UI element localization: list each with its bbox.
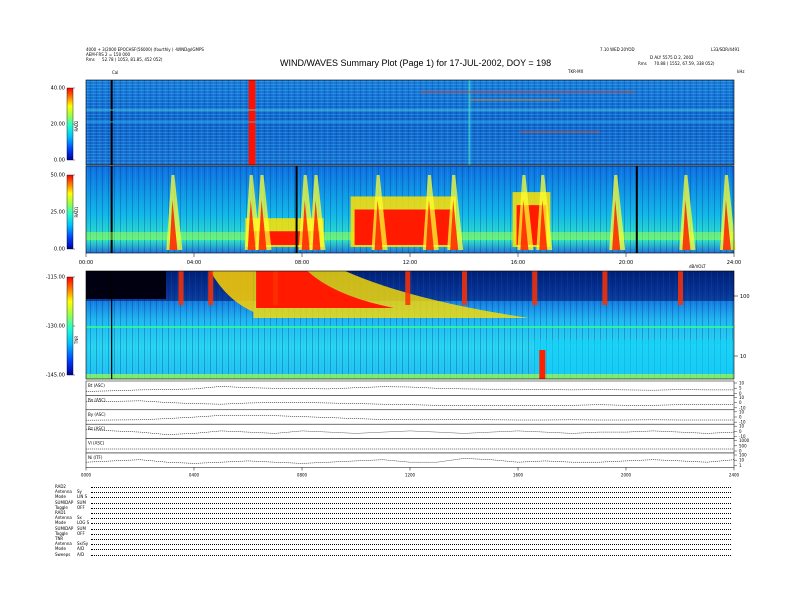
rad1-data-gap	[635, 166, 638, 253]
line-panel-label: Ni (ITF)	[88, 455, 103, 460]
settings-dotted-line	[91, 517, 731, 520]
rad1-x-tick-label: 24:00	[727, 260, 741, 266]
tnr-burst-low	[539, 350, 546, 379]
tnr-burst	[178, 271, 184, 305]
line-panel-tick-label: 1	[739, 463, 742, 468]
tnr-right-tick-label: 10	[740, 354, 746, 360]
settings-dotted-line	[91, 512, 731, 514]
tnr-panel: -115.00 -130.00 -145.00 TNR dB/VOLT 100 10	[46, 264, 750, 380]
tnr-burst	[678, 271, 683, 305]
tnr-burst	[532, 271, 538, 305]
line-panel-4: Vi (ASC) 10005000	[85, 438, 750, 454]
tnr-burst	[602, 271, 608, 305]
settings-dotted-line	[91, 533, 731, 535]
tnr-lower-region	[534, 340, 734, 374]
line-panel-2: By (ASC) 100-10	[85, 409, 746, 425]
rad1-x-tick-label: 12:00	[403, 260, 417, 266]
tnr-ylabel: TNR	[74, 336, 79, 345]
settings-dotted-line	[91, 507, 731, 509]
settings-dotted-line	[91, 548, 731, 551]
tnr-burst	[462, 271, 467, 305]
line-panel-frame	[85, 438, 735, 454]
rad1-ylabel: RAD1	[74, 206, 79, 217]
rad1-cbar-tick-label: 25.00	[51, 210, 65, 216]
line-panel-label: By (ASC)	[88, 412, 106, 417]
tnr-cbar-tick-label: -115.00	[46, 275, 65, 281]
tnr-burst	[273, 271, 278, 305]
settings-row: Sweeps A/D	[55, 552, 731, 557]
line-panel-frame	[85, 380, 735, 396]
rad1-colorbar	[66, 174, 74, 250]
tnr-burst	[208, 271, 214, 305]
settings-dotted-line	[91, 496, 731, 499]
settings-dotted-line	[91, 538, 731, 540]
rad1-data-gap	[295, 166, 298, 253]
tnr-colorbar	[66, 276, 74, 376]
line-panel-frame	[85, 423, 735, 439]
tnr-right-tick-label: 100	[740, 294, 750, 300]
tnr-corner-label: dB/VOLT	[689, 264, 706, 269]
line-panel-5: Ni (ITF) 100101	[85, 452, 747, 468]
rad1-cbar-tick-label: 50.00	[51, 173, 65, 179]
line-x-tick-label: 0000	[81, 472, 92, 477]
line-panel-0: Bt (ASC) 1050	[85, 380, 745, 396]
tnr-right-axis: 100 10	[734, 294, 750, 360]
settings-value: A/D	[77, 551, 85, 557]
line-panel-frame	[85, 395, 735, 411]
line-x-tick-label: 0400	[189, 472, 200, 477]
line-x-tick-label: 2000	[621, 472, 632, 477]
rad1-x-tick-label: 00:00	[79, 260, 93, 266]
line-panel-1: Bx (ASC) 100-10	[85, 395, 746, 411]
line-panel-label: Vi (ASC)	[88, 441, 105, 446]
tnr-cbar-tick-label: -145.00	[46, 373, 65, 379]
rad2-cbar-tick-label: 40.00	[51, 86, 65, 92]
tnr-cbar-tick-label: -130.00	[46, 324, 65, 330]
settings-dotted-line	[91, 502, 731, 504]
settings-dotted-line	[91, 528, 731, 530]
line-x-tick-label: 1200	[405, 472, 416, 477]
settings-dotted-line	[91, 522, 731, 525]
rad2-cbar-tick-label: 20.00	[51, 122, 65, 128]
line-panel-label: Bt (ASC)	[88, 383, 105, 388]
line-panel-frame	[85, 452, 735, 468]
rad1-x-tick-label: 20:00	[619, 260, 633, 266]
settings-dotted-line	[91, 491, 731, 494]
rad1-x-axis: 00:00 04:00 08:00 12:00 16:00 20:00 24:00	[79, 253, 741, 266]
solar-wind-x-axis: 0000 0400 0800 1200 1600 2000 2400	[81, 467, 740, 477]
tnr-plasma-line	[86, 326, 734, 328]
line-panel-frame	[85, 409, 735, 425]
rad1-x-tick-label: 04:00	[187, 260, 201, 266]
line-panel-3: Bz (ASC) 100-10	[85, 423, 746, 439]
tnr-lower-band	[86, 374, 734, 379]
rad1-panel: 50.00 25.00 0.00 RAD1 00:00 04:00 08:00 12:00…	[51, 165, 741, 266]
rad2-cbar-tick-label: 0.00	[54, 158, 65, 164]
settings-key: Sweeps	[55, 551, 71, 557]
rad2-panel: 40.00 20.00 0.00 RAD2	[51, 79, 735, 166]
settings-dotted-line	[91, 543, 731, 546]
rad1-cbar-tick-label: 0.00	[54, 247, 65, 253]
tnr-burst	[405, 271, 411, 305]
line-x-tick-label: 2400	[729, 472, 740, 477]
tnr-dark-region	[86, 271, 166, 299]
line-x-tick-label: 1600	[513, 472, 524, 477]
line-x-tick-label: 0800	[297, 472, 308, 477]
settings-dotted-line	[91, 554, 731, 556]
rad2-ylabel: RAD2	[74, 120, 79, 131]
solar-wind-panels: Bt (ASC) 1050Bx (ASC) 100-10By (ASC) 100-10…	[85, 380, 750, 468]
settings-dotted-line	[91, 486, 731, 488]
rad1-x-tick-label: 16:00	[511, 260, 525, 266]
rad2-colorbar	[66, 87, 74, 161]
tnr-cal-line	[111, 271, 113, 379]
rad1-x-tick-label: 08:00	[295, 260, 309, 266]
